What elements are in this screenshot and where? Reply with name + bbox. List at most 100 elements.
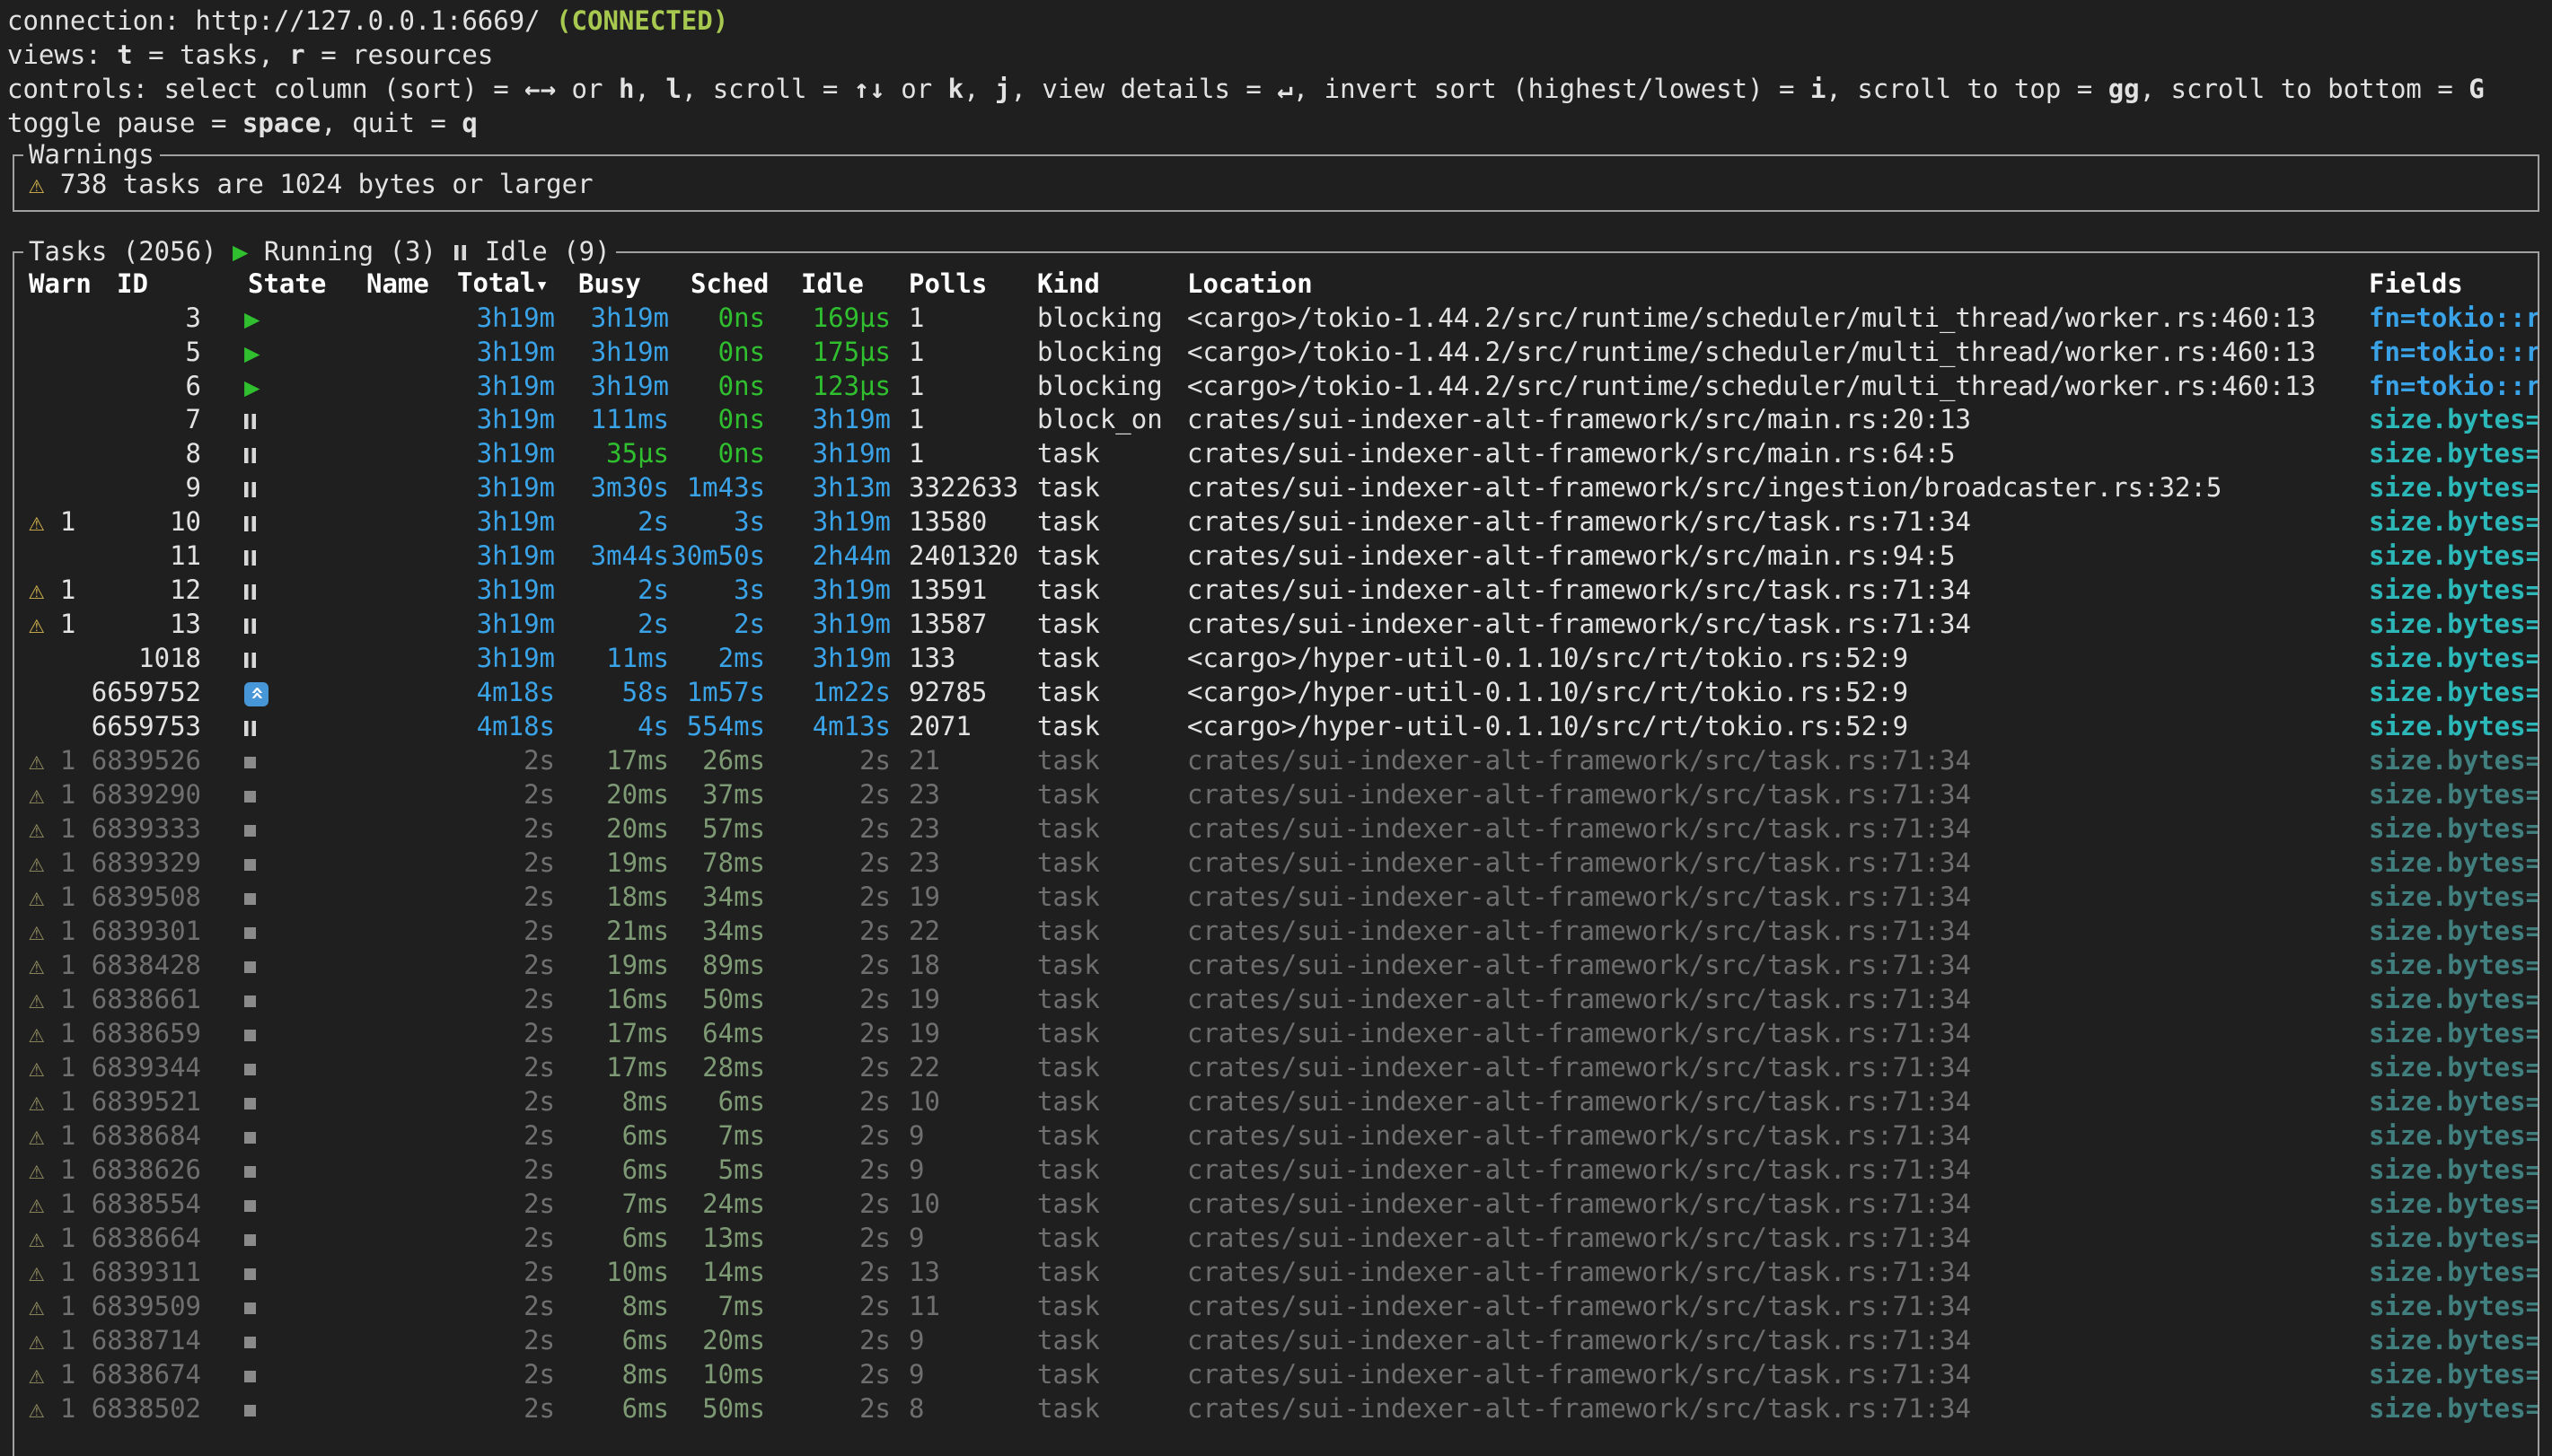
task-state [201, 709, 366, 743]
task-row[interactable]: ⚠ 1 6838659 2s 17ms 64ms 2s 19 task crat… [14, 1016, 2538, 1050]
text-segment: 1 [44, 506, 75, 537]
task-busy: 3h19m [555, 369, 669, 403]
task-fields: size.bytes= [2369, 1187, 2538, 1221]
task-row[interactable]: ⚠ 1 6839521 2s 8ms 6ms 2s 10 task crates… [14, 1084, 2538, 1118]
task-row[interactable]: 5 3h19m 3h19m 0ns 175µs 1 blocking <carg… [14, 334, 2538, 368]
task-state-icon [244, 859, 256, 871]
task-row[interactable]: ⚠ 1 6838684 2s 6ms 7ms 2s 9 task crates/… [14, 1118, 2538, 1153]
tasks-box: Tasks (2056) ▶ Running (3) Idle (9) Warn… [13, 251, 2539, 1456]
task-row[interactable]: ⚠ 1 6839333 2s 20ms 57ms 2s 23 task crat… [14, 811, 2538, 846]
task-row[interactable]: ⚠ 1 6839329 2s 19ms 78ms 2s 23 task crat… [14, 846, 2538, 880]
text-segment: , [634, 74, 665, 104]
task-location: crates/sui-indexer-alt-framework/src/tas… [1187, 1221, 2369, 1255]
text-segment: ⚠ [29, 1291, 44, 1321]
task-row[interactable]: ⚠ 1 6838661 2s 16ms 50ms 2s 19 task crat… [14, 982, 2538, 1016]
task-total: 3h19m [457, 504, 555, 539]
text-segment: = tasks, [133, 39, 290, 70]
text-segment: gg [2108, 74, 2140, 104]
task-row[interactable]: 11 3h19m 3m44s 30m50s 2h44m 2401320 task… [14, 539, 2538, 573]
column-header-total[interactable]: Total▾ [457, 266, 555, 302]
task-fields: size.bytes= [2369, 1391, 2538, 1425]
task-row[interactable]: 6 3h19m 3h19m 0ns 123µs 1 blocking <carg… [14, 368, 2538, 402]
task-kind: task [1037, 743, 1187, 777]
task-row[interactable]: ⚠ 1 6839526 2s 17ms 26ms 2s 21 task crat… [14, 743, 2538, 777]
task-row[interactable]: ⚠ 1 6838428 2s 19ms 89ms 2s 18 task crat… [14, 948, 2538, 982]
task-row[interactable]: ⚠ 1 6839290 2s 20ms 37ms 2s 23 task crat… [14, 777, 2538, 811]
task-warn: ⚠ 1 [22, 846, 84, 880]
task-state [201, 1050, 366, 1084]
column-header-warn[interactable]: Warn [22, 267, 84, 301]
task-state [201, 914, 366, 948]
task-location: crates/sui-indexer-alt-framework/src/tas… [1187, 1016, 2369, 1050]
task-row[interactable]: ⚠ 1 6838502 2s 6ms 50ms 2s 8 task crates… [14, 1391, 2538, 1425]
task-state [201, 334, 366, 370]
task-busy: 8ms [555, 1357, 669, 1391]
task-state-icon [244, 1371, 256, 1382]
task-row[interactable]: ⚠ 1 6838664 2s 6ms 13ms 2s 9 task crates… [14, 1221, 2538, 1255]
task-row[interactable]: ⚠ 1 6838674 2s 8ms 10ms 2s 9 task crates… [14, 1357, 2538, 1391]
task-busy: 19ms [555, 846, 669, 880]
text-segment: connection: [7, 5, 196, 36]
task-sched: 7ms [669, 1289, 765, 1323]
task-state [201, 368, 366, 404]
task-idle: 2s [765, 1050, 891, 1084]
task-location: crates/sui-indexer-alt-framework/src/tas… [1187, 1391, 2369, 1425]
task-polls: 23 [891, 777, 1037, 811]
task-row[interactable]: 6659753 4m18s 4s 554ms 4m13s 2071 task <… [14, 709, 2538, 743]
task-row[interactable]: 8 3h19m 35µs 0ns 3h19m 1 task crates/sui… [14, 436, 2538, 470]
column-header-name[interactable]: Name [366, 267, 457, 301]
task-fields: size.bytes= [2369, 1289, 2538, 1323]
column-header-sched[interactable]: Sched [669, 267, 765, 301]
task-row[interactable]: 3 3h19m 3h19m 0ns 169µs 1 blocking <carg… [14, 300, 2538, 334]
column-header-polls[interactable]: Polls [891, 267, 1037, 301]
task-warn: ⚠ 1 [22, 573, 84, 607]
task-row[interactable]: ⚠ 1 6839311 2s 10ms 14ms 2s 13 task crat… [14, 1255, 2538, 1289]
column-header-kind[interactable]: Kind [1037, 267, 1187, 301]
text-segment: controls: select column (sort) = [7, 74, 524, 104]
task-kind: task [1037, 470, 1187, 504]
task-row[interactable]: 6659752 4m18s 58s 1m57s 1m22s 92785 task… [14, 675, 2538, 709]
task-location: crates/sui-indexer-alt-framework/src/tas… [1187, 1255, 2369, 1289]
task-row[interactable]: ⚠ 1 6839301 2s 21ms 34ms 2s 22 task crat… [14, 914, 2538, 948]
column-header-state[interactable]: State [201, 267, 366, 301]
tokio-console-terminal: connection: http://127.0.0.1:6669/ (CONN… [0, 0, 2552, 1456]
task-total: 3h19m [457, 301, 555, 335]
task-row[interactable]: ⚠ 1 6838714 2s 6ms 20ms 2s 9 task crates… [14, 1323, 2538, 1357]
task-state [201, 402, 366, 436]
task-row[interactable]: 9 3h19m 3m30s 1m43s 3h13m 3322633 task c… [14, 470, 2538, 504]
task-row[interactable]: ⚠ 1 13 3h19m 2s 2s 3h19m 13587 task crat… [14, 607, 2538, 641]
task-row[interactable]: ⚠ 1 6839508 2s 18ms 34ms 2s 19 task crat… [14, 880, 2538, 914]
text-segment: ⚠ [29, 609, 44, 639]
task-polls: 13580 [891, 504, 1037, 539]
text-segment: ⚠ [29, 950, 44, 980]
text-segment: ↵ [1277, 74, 1292, 104]
column-header-location[interactable]: Location [1187, 267, 2369, 301]
task-warn: ⚠ 1 [22, 1357, 84, 1391]
task-idle: 2s [765, 880, 891, 914]
task-total: 3h19m [457, 539, 555, 573]
task-row[interactable]: ⚠ 1 6839344 2s 17ms 28ms 2s 22 task crat… [14, 1050, 2538, 1084]
task-idle: 2s [765, 811, 891, 846]
task-row[interactable]: 7 3h19m 111ms 0ns 3h19m 1 block_on crate… [14, 402, 2538, 436]
task-row[interactable]: 1018 3h19m 11ms 2ms 3h19m 133 task <carg… [14, 641, 2538, 675]
task-busy: 3m30s [555, 470, 669, 504]
task-row[interactable]: ⚠ 1 10 3h19m 2s 3s 3h19m 13580 task crat… [14, 504, 2538, 539]
task-state-icon [244, 721, 256, 736]
task-busy: 111ms [555, 402, 669, 436]
task-row[interactable]: ⚠ 1 6838626 2s 6ms 5ms 2s 9 task crates/… [14, 1153, 2538, 1187]
task-kind: task [1037, 982, 1187, 1016]
column-header-busy[interactable]: Busy [555, 267, 669, 301]
task-fields: size.bytes= [2369, 811, 2538, 846]
task-state-icon [244, 414, 256, 429]
task-rows: 3 3h19m 3h19m 0ns 169µs 1 blocking <carg… [14, 300, 2538, 1425]
column-header-id[interactable]: ID [84, 267, 201, 301]
task-row[interactable]: ⚠ 1 6839509 2s 8ms 7ms 2s 11 task crates… [14, 1289, 2538, 1323]
task-location: <cargo>/tokio-1.44.2/src/runtime/schedul… [1187, 369, 2369, 403]
column-header-idle[interactable]: Idle [765, 267, 891, 301]
sort-indicator-icon: ▾ [535, 272, 548, 297]
task-row[interactable]: ⚠ 1 6838554 2s 7ms 24ms 2s 10 task crate… [14, 1187, 2538, 1221]
task-total: 3h19m [457, 335, 555, 369]
task-idle: 2h44m [765, 539, 891, 573]
task-row[interactable]: ⚠ 1 12 3h19m 2s 3s 3h19m 13591 task crat… [14, 573, 2538, 607]
column-header-fields[interactable]: Fields [2369, 267, 2538, 301]
